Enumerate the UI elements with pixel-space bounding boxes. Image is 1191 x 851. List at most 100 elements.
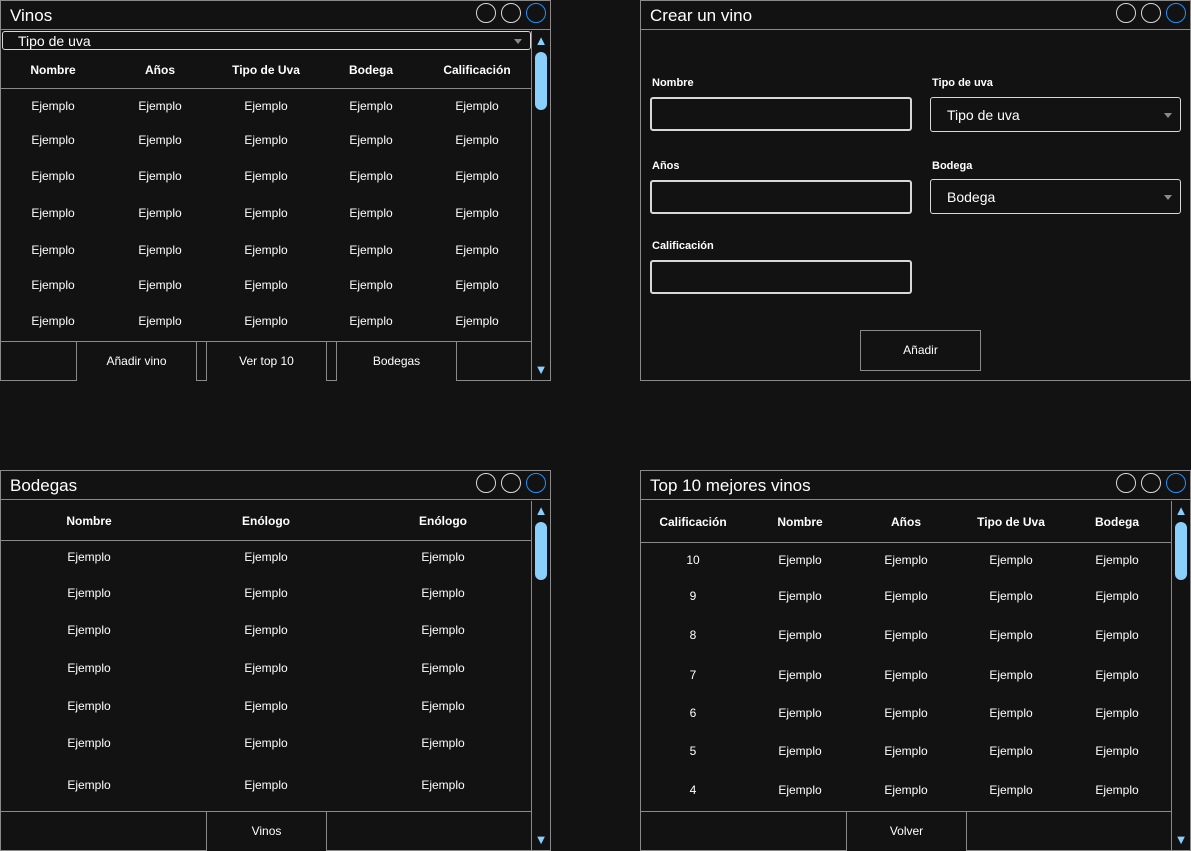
bodega-label: Bodega: [932, 160, 973, 172]
bodegas-button-bar: Vinos: [1, 811, 531, 851]
scroll-up-icon[interactable]: ▲: [534, 34, 548, 48]
table-row[interactable]: 6 Ejemplo Ejemplo Ejemplo Ejemplo: [641, 706, 1171, 722]
table-cell: Ejemplo: [455, 206, 499, 220]
scroll-down-icon[interactable]: ▼: [534, 833, 548, 847]
table-row[interactable]: Ejemplo Ejemplo Ejemplo Ejemplo Ejemplo: [1, 169, 531, 185]
top10-button-bar: Volver: [641, 811, 1171, 851]
header-nombre: Nombre: [777, 515, 823, 529]
table-row[interactable]: Ejemplo Ejemplo Ejemplo: [1, 550, 531, 566]
table-cell: Ejemplo: [455, 278, 499, 292]
table-row[interactable]: Ejemplo Ejemplo Ejemplo: [1, 736, 531, 752]
top10-scrollbar[interactable]: ▲ ▼: [1171, 501, 1190, 850]
table-row[interactable]: Ejemplo Ejemplo Ejemplo: [1, 623, 531, 639]
table-cell: Ejemplo: [67, 550, 111, 564]
header-nombre: Nombre: [30, 63, 76, 77]
table-row[interactable]: Ejemplo Ejemplo Ejemplo Ejemplo Ejemplo: [1, 99, 531, 115]
close-circle-icon[interactable]: [526, 473, 546, 493]
table-cell: Ejemplo: [349, 314, 393, 328]
calificacion-input[interactable]: [650, 260, 912, 294]
scroll-down-icon[interactable]: ▼: [534, 363, 548, 377]
table-cell: Ejemplo: [244, 550, 288, 564]
table-row[interactable]: Ejemplo Ejemplo Ejemplo Ejemplo Ejemplo: [1, 314, 531, 330]
scroll-thumb[interactable]: [535, 522, 547, 580]
table-row[interactable]: Ejemplo Ejemplo Ejemplo: [1, 586, 531, 602]
table-cell: Ejemplo: [1095, 553, 1139, 567]
table-cell: Ejemplo: [421, 550, 465, 564]
table-row[interactable]: Ejemplo Ejemplo Ejemplo Ejemplo Ejemplo: [1, 278, 531, 294]
bodega-select[interactable]: Bodega: [930, 179, 1181, 214]
header-enologo: Enólogo: [242, 514, 290, 528]
bodegas-button[interactable]: Bodegas: [336, 342, 457, 381]
table-cell: Ejemplo: [349, 206, 393, 220]
bodegas-window: Bodegas Nombre Enólogo Enólogo Ejemplo Ej…: [0, 470, 551, 851]
scroll-thumb[interactable]: [535, 52, 547, 110]
anadir-button[interactable]: Añadir: [860, 330, 981, 371]
close-circle-icon[interactable]: [1166, 3, 1186, 23]
table-row[interactable]: 10 Ejemplo Ejemplo Ejemplo Ejemplo: [641, 553, 1171, 569]
nombre-input[interactable]: [650, 97, 912, 131]
table-cell: Ejemplo: [244, 778, 288, 792]
vinos-scrollbar[interactable]: ▲ ▼: [531, 31, 550, 380]
header-tipo: Tipo de Uva: [977, 515, 1045, 529]
table-cell: Ejemplo: [778, 706, 822, 720]
scroll-up-icon[interactable]: ▲: [534, 504, 548, 518]
anos-input[interactable]: [650, 180, 912, 214]
table-row[interactable]: 9 Ejemplo Ejemplo Ejemplo Ejemplo: [641, 589, 1171, 605]
close-circle-icon[interactable]: [1166, 473, 1186, 493]
minimize-circle-icon[interactable]: [476, 3, 496, 23]
minimize-circle-icon[interactable]: [476, 473, 496, 493]
table-cell: Ejemplo: [67, 778, 111, 792]
add-wine-button[interactable]: Añadir vino: [76, 342, 197, 381]
table-cell: Ejemplo: [244, 278, 288, 292]
table-row[interactable]: Ejemplo Ejemplo Ejemplo: [1, 778, 531, 794]
table-cell: Ejemplo: [138, 243, 182, 257]
table-row[interactable]: 5 Ejemplo Ejemplo Ejemplo Ejemplo: [641, 744, 1171, 760]
chevron-down-icon: [514, 39, 522, 44]
volver-button[interactable]: Volver: [846, 812, 967, 851]
table-row[interactable]: Ejemplo Ejemplo Ejemplo Ejemplo Ejemplo: [1, 243, 531, 259]
maximize-circle-icon[interactable]: [1141, 3, 1161, 23]
tipo-select[interactable]: Tipo de uva: [930, 97, 1181, 132]
grape-type-filter[interactable]: Tipo de uva: [2, 31, 531, 50]
header-bodega: Bodega: [1094, 515, 1140, 529]
table-cell: Ejemplo: [421, 778, 465, 792]
table-cell: 9: [689, 589, 697, 603]
table-cell: Ejemplo: [31, 99, 75, 113]
crear-window: Crear un vino Nombre Tipo de uva Tipo de…: [640, 0, 1191, 381]
table-cell: Ejemplo: [244, 586, 288, 600]
table-cell: 6: [689, 706, 697, 720]
bodegas-scrollbar[interactable]: ▲ ▼: [531, 501, 550, 850]
scroll-thumb[interactable]: [1175, 522, 1187, 580]
table-row[interactable]: Ejemplo Ejemplo Ejemplo: [1, 699, 531, 715]
minimize-circle-icon[interactable]: [1116, 473, 1136, 493]
table-cell: Ejemplo: [244, 243, 288, 257]
table-row[interactable]: Ejemplo Ejemplo Ejemplo: [1, 661, 531, 677]
table-row[interactable]: 4 Ejemplo Ejemplo Ejemplo Ejemplo: [641, 783, 1171, 799]
bodegas-titlebar: Bodegas: [1, 471, 550, 500]
scroll-up-icon[interactable]: ▲: [1174, 504, 1188, 518]
maximize-circle-icon[interactable]: [501, 473, 521, 493]
vinos-button[interactable]: Vinos: [206, 812, 327, 851]
maximize-circle-icon[interactable]: [1141, 473, 1161, 493]
chevron-down-icon: [1164, 113, 1172, 118]
table-row[interactable]: Ejemplo Ejemplo Ejemplo Ejemplo Ejemplo: [1, 133, 531, 149]
top10-table-header: Calificación Nombre Años Tipo de Uva Bod…: [641, 501, 1171, 543]
table-cell: Ejemplo: [67, 699, 111, 713]
table-cell: Ejemplo: [989, 783, 1033, 797]
top10-title: Top 10 mejores vinos: [650, 476, 811, 495]
table-cell: Ejemplo: [421, 736, 465, 750]
top10-button[interactable]: Ver top 10: [206, 342, 327, 381]
crear-titlebar: Crear un vino: [641, 1, 1190, 30]
table-cell: Ejemplo: [244, 623, 288, 637]
table-cell: Ejemplo: [778, 589, 822, 603]
table-cell: Ejemplo: [138, 314, 182, 328]
minimize-circle-icon[interactable]: [1116, 3, 1136, 23]
scroll-down-icon[interactable]: ▼: [1174, 833, 1188, 847]
table-row[interactable]: 7 Ejemplo Ejemplo Ejemplo Ejemplo: [641, 668, 1171, 684]
maximize-circle-icon[interactable]: [501, 3, 521, 23]
table-cell: 4: [689, 783, 697, 797]
table-row[interactable]: 8 Ejemplo Ejemplo Ejemplo Ejemplo: [641, 628, 1171, 644]
table-row[interactable]: Ejemplo Ejemplo Ejemplo Ejemplo Ejemplo: [1, 206, 531, 222]
close-circle-icon[interactable]: [526, 3, 546, 23]
table-cell: Ejemplo: [989, 744, 1033, 758]
